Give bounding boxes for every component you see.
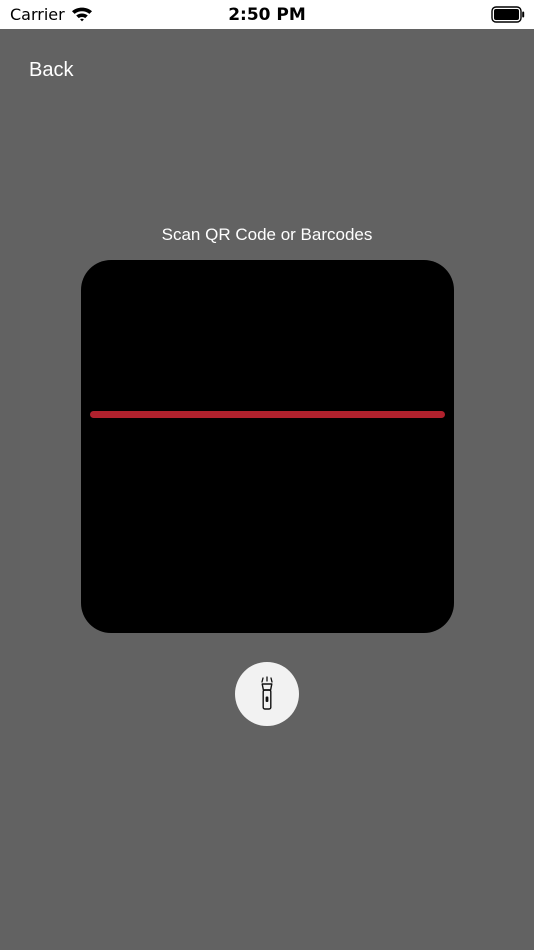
scan-instruction-title: Scan QR Code or Barcodes bbox=[161, 225, 373, 244]
status-bar: Carrier 2:50 PM bbox=[0, 0, 534, 29]
battery-icon bbox=[491, 6, 525, 23]
camera-scanner-view bbox=[81, 260, 454, 633]
flashlight-icon bbox=[261, 676, 273, 710]
scanner-screen: Back Scan QR Code or Barcodes bbox=[0, 29, 534, 950]
status-time: 2:50 PM bbox=[228, 5, 306, 25]
scan-line bbox=[90, 411, 445, 418]
back-button[interactable]: Back bbox=[29, 58, 73, 82]
flashlight-toggle-button[interactable] bbox=[235, 662, 299, 726]
